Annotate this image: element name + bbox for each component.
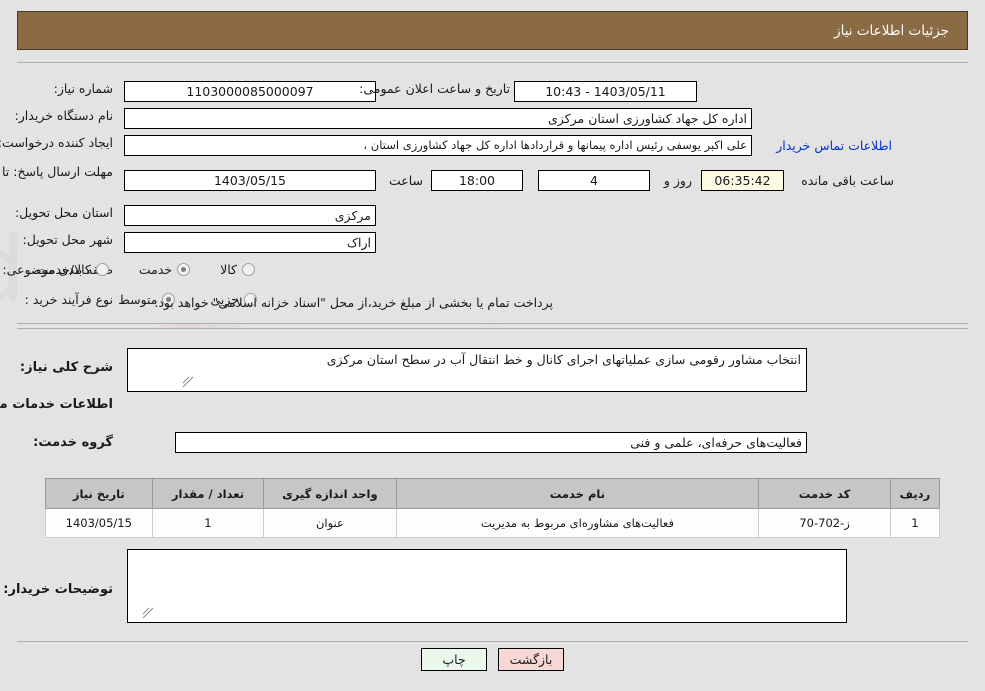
- radio-icon[interactable]: [242, 263, 255, 276]
- services-section-title: اطلاعات خدمات مورد نیاز: [0, 397, 113, 412]
- table-row: 1 ز-702-70 فعالیت‌های مشاوره‌ای مربوط به…: [45, 508, 941, 538]
- requester-label-row: ایجاد کننده درخواست:: [0, 135, 113, 150]
- requester-field[interactable]: علی اکبر یوسفی رئیس اداره پیمانها و قرار…: [124, 135, 752, 156]
- col-quantity: تعداد / مقدار: [151, 478, 265, 509]
- action-button-bar: بازگشت چاپ: [0, 648, 985, 671]
- cell-row-no: 1: [889, 508, 941, 538]
- buyer-contact-link[interactable]: اطلاعات تماس خریدار: [776, 138, 892, 153]
- resize-grip-icon[interactable]: [142, 607, 154, 619]
- city-field[interactable]: اراک: [124, 232, 376, 253]
- category-option-label: کالا/خدمت: [36, 262, 91, 277]
- col-need-date: تاریخ نیاز: [45, 478, 153, 509]
- need-number-field[interactable]: 1103000085000097: [124, 81, 376, 102]
- radio-icon[interactable]: [95, 263, 109, 276]
- buyer-org-label-row: نام دستگاه خریدار:: [15, 108, 113, 123]
- services-table: ردیف کد خدمت نام خدمت واحد اندازه گیری ت…: [45, 478, 941, 538]
- deadline-time-field[interactable]: 18:00: [431, 170, 523, 191]
- service-group-label: گروه خدمت:: [33, 435, 113, 450]
- resize-grip-icon[interactable]: [182, 376, 194, 388]
- col-row-no: ردیف: [889, 478, 941, 509]
- cell-quantity: 1: [151, 508, 265, 538]
- province-label-row: استان محل تحویل:: [15, 205, 113, 220]
- province-field[interactable]: مرکزی: [124, 205, 376, 226]
- table-header-row: ردیف کد خدمت نام خدمت واحد اندازه گیری ت…: [45, 478, 941, 509]
- need-number-label-row: شماره نیاز:: [54, 81, 113, 96]
- payment-note: پرداخت تمام یا بخشی از مبلغ خرید،از محل …: [154, 295, 553, 310]
- deadline-time-label: ساعت: [388, 173, 423, 188]
- category-option-kala[interactable]: کالا: [218, 262, 255, 277]
- category-option-kala-khedmat[interactable]: کالا/خدمت: [34, 262, 109, 277]
- category-radio-group: کالا خدمت کالا/خدمت: [34, 262, 255, 277]
- deadline-date-field[interactable]: 1403/05/15: [124, 170, 376, 191]
- page-root: anaTender.net جزئیات اطلاعات نیاز شماره …: [0, 0, 985, 691]
- cell-need-date: 1403/05/15: [45, 508, 153, 538]
- general-need-textarea[interactable]: انتخاب مشاور رقومی سازی عملیاتهای اجرای …: [127, 348, 807, 392]
- province-label: استان محل تحویل:: [14, 205, 113, 220]
- buyer-notes-textarea[interactable]: [127, 549, 847, 623]
- category-option-label: خدمت: [138, 262, 173, 277]
- process-label: نوع فرآیند خرید :: [24, 292, 113, 307]
- announce-datetime-label: تاریخ و ساعت اعلان عمومی:: [359, 81, 510, 96]
- requester-label: ایجاد کننده درخواست:: [0, 135, 113, 150]
- col-service-name: نام خدمت: [395, 478, 760, 509]
- general-need-label: شرح کلی نیاز:: [19, 360, 113, 375]
- col-service-code: کد خدمت: [758, 478, 891, 509]
- announce-datetime-field[interactable]: 1403/05/11 - 10:43: [514, 81, 697, 102]
- page-title: جزئیات اطلاعات نیاز: [834, 22, 949, 39]
- service-group-field[interactable]: فعالیت‌های حرفه‌ای، علمی و فنی: [175, 432, 807, 453]
- col-unit: واحد اندازه گیری: [263, 478, 397, 509]
- print-button[interactable]: چاپ: [421, 648, 487, 671]
- remaining-days-label: روز و: [663, 173, 692, 188]
- category-option-khedmat[interactable]: خدمت: [137, 262, 191, 277]
- process-label-row: نوع فرآیند خرید :: [25, 292, 113, 307]
- category-option-label: کالا: [220, 262, 237, 277]
- cell-unit: عنوان: [263, 508, 397, 538]
- remaining-days-field[interactable]: 4: [538, 170, 650, 191]
- cell-service-code: ز-702-70: [758, 508, 891, 538]
- radio-icon[interactable]: [177, 263, 191, 276]
- remaining-hours-field[interactable]: 06:35:42: [701, 170, 784, 191]
- buyer-org-field[interactable]: اداره کل جهاد کشاورزی استان مرکزی: [124, 108, 752, 129]
- city-label: شهر محل تحویل:: [22, 232, 113, 247]
- deadline-label: مهلت ارسال پاسخ: تا تاریخ:: [0, 164, 113, 179]
- process-option-label: متوسط: [118, 292, 158, 307]
- city-label-row: شهر محل تحویل:: [23, 232, 113, 247]
- need-number-label: شماره نیاز:: [53, 81, 113, 96]
- buyer-notes-label: توضیحات خریدار:: [3, 582, 113, 597]
- deadline-label-row: مهلت ارسال پاسخ: تا تاریخ:: [0, 163, 113, 179]
- page-header-bar: جزئیات اطلاعات نیاز: [17, 11, 968, 50]
- buyer-org-label: نام دستگاه خریدار:: [14, 108, 113, 123]
- cell-service-name: فعالیت‌های مشاوره‌ای مربوط به مدیریت: [395, 508, 760, 538]
- remaining-hours-label: ساعت باقی مانده: [801, 173, 894, 188]
- announce-datetime-label-row: تاریخ و ساعت اعلان عمومی:: [359, 81, 510, 96]
- back-button[interactable]: بازگشت: [498, 648, 564, 671]
